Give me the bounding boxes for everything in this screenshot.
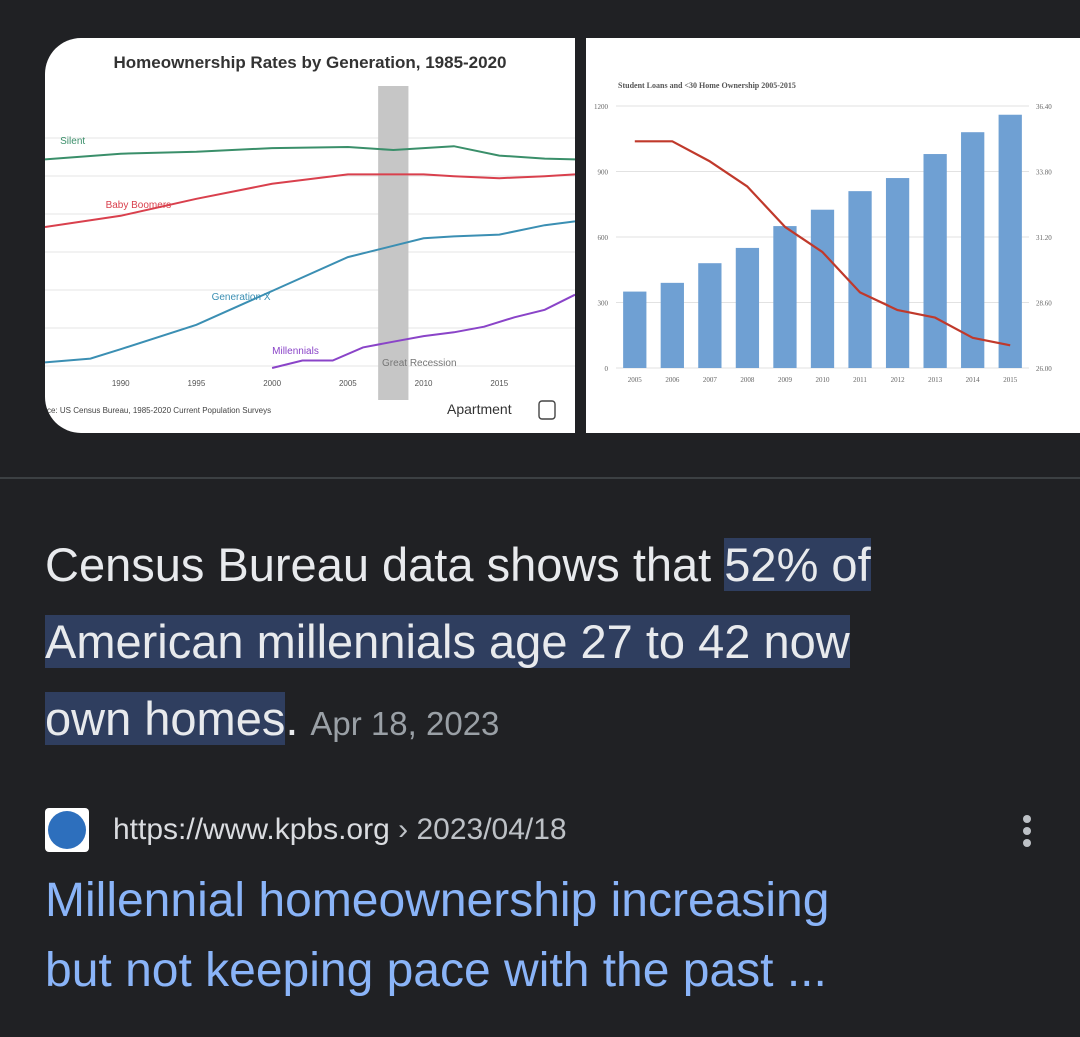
more-vert-icon[interactable] — [1019, 812, 1035, 852]
y-right-tick-label: 26.00 — [1036, 365, 1052, 373]
y-right-tick-label: 31.20 — [1036, 234, 1052, 242]
y-right-tick-label: 33.80 — [1036, 169, 1052, 177]
series-line — [45, 145, 575, 161]
x-tick-label: 2005 — [628, 376, 643, 384]
result-title-line: but not keeping pace with the past ... — [45, 944, 827, 997]
y-left-tick-label: 900 — [598, 169, 609, 177]
snippet-prefix: Census Bureau data shows that — [45, 538, 725, 591]
chart-title: Homeownership Rates by Generation, 1985-… — [113, 53, 506, 72]
snippet-highlight: own homes — [45, 692, 286, 745]
section-divider — [0, 477, 1080, 479]
x-tick-label: 1995 — [188, 379, 206, 388]
snippet-date: Apr 18, 2023 — [310, 705, 500, 742]
series-label: Millennials — [272, 346, 319, 357]
source-row[interactable]: https://www.kpbs.org › 2023/04/18 — [45, 808, 1035, 852]
brand-logo-icon — [538, 400, 556, 420]
bar — [848, 191, 872, 368]
student-loans-homeownership-chart: Student Loans and <30 Home Ownership 200… — [594, 81, 1052, 384]
snippet-suffix: . — [285, 692, 299, 745]
x-tick-label: 2013 — [928, 376, 943, 384]
image-results-row: Homeownership Rates by Generation, 1985-… — [45, 38, 1080, 433]
bar — [660, 282, 684, 368]
source-path: 2023/04/18 — [416, 813, 567, 846]
x-tick-label: 2015 — [1003, 376, 1018, 384]
favicon-dot-icon — [48, 811, 86, 849]
brand-label: Apartment — [447, 401, 512, 417]
site-favicon — [45, 808, 89, 852]
bar — [773, 226, 797, 368]
series-label: Baby Boomers — [106, 200, 172, 211]
x-tick-label: 1990 — [112, 379, 130, 388]
x-tick-label: 2012 — [891, 376, 906, 384]
series-label: Silent — [60, 136, 85, 147]
x-tick-label: 2006 — [665, 376, 680, 384]
series-label: Generation X — [212, 292, 271, 303]
x-tick-label: 2010 — [816, 376, 831, 384]
snippet-highlight: 52% of — [724, 538, 871, 591]
bar — [998, 114, 1022, 368]
x-tick-label: 2005 — [339, 379, 357, 388]
bar — [735, 247, 760, 368]
source-note: ce: US Census Bureau, 1985-2020 Current … — [47, 406, 271, 415]
snippet-highlight: American millennials age 27 to 42 now — [45, 615, 850, 668]
homeownership-generation-chart-thumbnail[interactable]: Homeownership Rates by Generation, 1985-… — [45, 38, 575, 433]
bar — [885, 178, 910, 368]
x-tick-label: 2010 — [415, 379, 433, 388]
x-tick-label: 2015 — [490, 379, 508, 388]
y-left-tick-label: 1200 — [594, 103, 609, 111]
bar — [623, 291, 647, 368]
homeownership-generation-chart: Homeownership Rates by Generation, 1985-… — [45, 53, 575, 420]
featured-snippet-text: Census Bureau data shows that 52% of Amer… — [45, 526, 1045, 762]
x-tick-label: 2009 — [778, 376, 793, 384]
bar — [698, 263, 722, 368]
student-loans-chart-thumbnail[interactable]: Student Loans and <30 Home Ownership 200… — [586, 38, 1080, 433]
source-citation[interactable]: https://www.kpbs.org › 2023/04/18 — [113, 810, 567, 850]
y-right-tick-label: 28.60 — [1036, 300, 1052, 308]
y-right-tick-label: 36.40 — [1036, 103, 1052, 111]
series-line — [45, 220, 575, 364]
bar — [810, 209, 835, 368]
x-tick-label: 2007 — [703, 376, 718, 384]
result-title-link[interactable]: Millennial homeownership increasing but n… — [45, 866, 1045, 1006]
x-tick-label: 2011 — [853, 376, 867, 384]
y-left-tick-label: 600 — [598, 234, 609, 242]
source-url: https://www.kpbs.org — [113, 813, 390, 846]
y-left-tick-label: 300 — [598, 300, 609, 308]
x-tick-label: 2008 — [740, 376, 755, 384]
chart-title: Student Loans and <30 Home Ownership 200… — [618, 81, 796, 90]
bar — [923, 154, 947, 368]
result-title-line: Millennial homeownership increasing — [45, 874, 830, 927]
x-tick-label: 2014 — [966, 376, 981, 384]
x-tick-label: 2000 — [263, 379, 281, 388]
annotation-label: Great Recession — [382, 358, 456, 369]
y-left-tick-label: 0 — [605, 365, 609, 373]
breadcrumb-separator: › — [389, 813, 417, 846]
